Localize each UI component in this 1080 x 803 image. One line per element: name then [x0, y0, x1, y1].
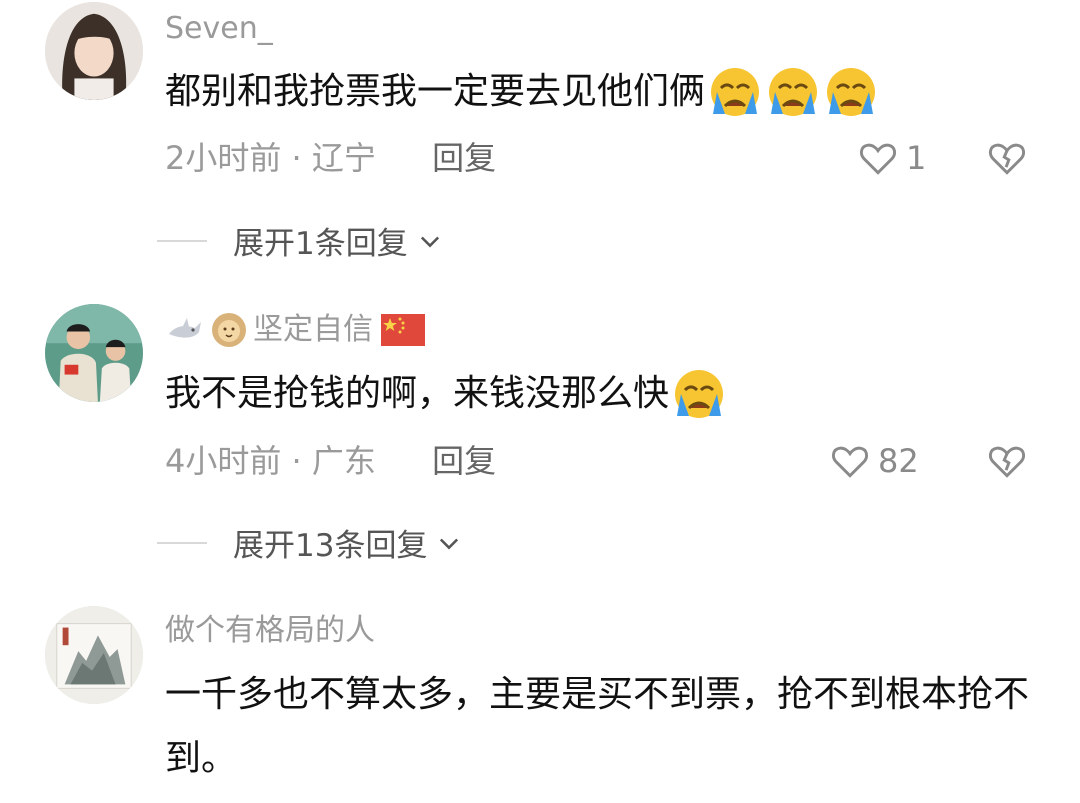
- avatar[interactable]: [45, 2, 143, 100]
- lion-icon: [209, 310, 249, 350]
- broken-heart-icon: [988, 143, 1026, 175]
- username[interactable]: 坚定自信: [165, 310, 425, 350]
- expand-replies-label: 展开1条回复: [233, 226, 408, 262]
- comment-time: 2小时前: [165, 139, 282, 177]
- china-flag-icon: [381, 314, 425, 346]
- username-text: 坚定自信: [253, 312, 373, 347]
- shark-icon: [165, 310, 205, 350]
- divider: [157, 541, 207, 544]
- comment-meta: 2小时前 · 辽宁 回复: [165, 138, 496, 178]
- chevron-down-icon: [420, 236, 439, 247]
- comment-time: 4小时前: [165, 442, 282, 480]
- comment-meta: 4小时前 · 广东 回复: [165, 441, 496, 481]
- dislike-button[interactable]: [985, 136, 1029, 184]
- comment-location: 广东: [311, 442, 376, 480]
- like-button[interactable]: 82: [828, 439, 919, 483]
- like-count: 1: [906, 139, 927, 177]
- dislike-button[interactable]: [985, 439, 1029, 487]
- heart-icon: [859, 143, 897, 175]
- avatar-image: [45, 606, 143, 704]
- username[interactable]: 做个有格局的人: [165, 613, 375, 649]
- crying-face-emoji: [707, 64, 763, 120]
- divider: [157, 239, 207, 242]
- avatar[interactable]: [45, 304, 143, 402]
- expand-replies-label: 展开13条回复: [233, 528, 428, 564]
- meta-separator: ·: [291, 139, 302, 177]
- crying-face-emoji: [671, 366, 727, 422]
- avatar[interactable]: [45, 606, 143, 704]
- username[interactable]: Seven_: [165, 11, 273, 47]
- meta-separator: ·: [291, 442, 302, 480]
- like-count: 82: [878, 442, 919, 480]
- avatar-image: [45, 2, 143, 100]
- expand-replies-button[interactable]: 展开1条回复: [157, 218, 444, 263]
- chevron-down-icon: [440, 538, 459, 549]
- avatar-image: [45, 304, 143, 402]
- broken-heart-icon: [988, 446, 1026, 478]
- expand-replies-button[interactable]: 展开13条回复: [157, 520, 463, 565]
- reply-button[interactable]: 回复: [432, 139, 496, 177]
- reply-button[interactable]: 回复: [432, 442, 496, 480]
- comment-text: 一千多也不算太多，主要是买不到票，抢不到根本抢不到。: [165, 674, 1030, 779]
- comment-location: 辽宁: [311, 139, 376, 177]
- comment-text-content: 都别和我抢票我一定要去见他们俩: [165, 71, 706, 112]
- heart-icon: [831, 446, 869, 478]
- comment-text: 都别和我抢票我一定要去见他们俩: [165, 60, 879, 124]
- crying-face-emoji: [823, 64, 879, 120]
- comment-text: 我不是抢钱的啊，来钱没那么快: [165, 362, 727, 426]
- crying-face-emoji: [765, 64, 821, 120]
- like-button[interactable]: 1: [856, 136, 926, 180]
- comment-text-content: 我不是抢钱的啊，来钱没那么快: [165, 373, 670, 414]
